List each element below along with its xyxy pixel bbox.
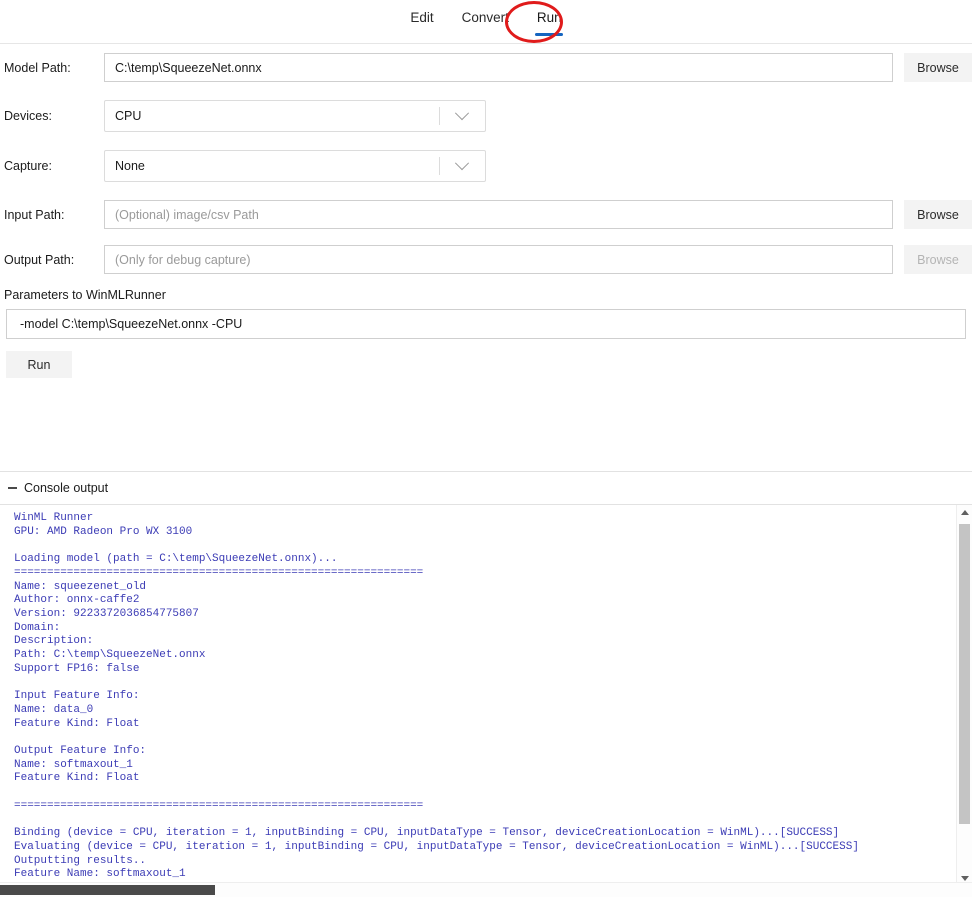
input-path-browse-button[interactable]: Browse bbox=[904, 200, 972, 229]
parameters-input[interactable]: -model C:\temp\SqueezeNet.onnx -CPU bbox=[6, 309, 966, 339]
triangle-down-icon bbox=[960, 876, 969, 881]
combo-separator bbox=[439, 157, 440, 175]
model-path-label: Model Path: bbox=[4, 60, 71, 75]
tab-convert[interactable]: Convert bbox=[448, 9, 523, 27]
run-button[interactable]: Run bbox=[6, 351, 72, 378]
capture-value: None bbox=[115, 159, 145, 173]
tab-run-label: Run bbox=[536, 10, 562, 25]
output-path-placeholder: (Only for debug capture) bbox=[115, 252, 251, 267]
tab-edit[interactable]: Edit bbox=[396, 9, 447, 27]
input-path-row: Input Path: (Optional) image/csv Path Br… bbox=[0, 200, 972, 229]
console-output-text: WinML Runner GPU: AMD Radeon Pro WX 3100… bbox=[14, 512, 859, 894]
capture-select[interactable]: None bbox=[104, 150, 486, 182]
input-path-placeholder: (Optional) image/csv Path bbox=[115, 207, 259, 222]
chevron-down-icon bbox=[454, 156, 470, 171]
run-form: Model Path: C:\temp\SqueezeNet.onnx Brow… bbox=[0, 53, 972, 378]
console-horizontal-scrollbar[interactable] bbox=[0, 882, 972, 897]
capture-dropdown-arrow[interactable] bbox=[439, 151, 485, 181]
vertical-scroll-thumb[interactable] bbox=[959, 524, 970, 824]
model-path-browse-button[interactable]: Browse bbox=[904, 53, 972, 82]
devices-label: Devices: bbox=[4, 109, 52, 123]
devices-dropdown-arrow[interactable] bbox=[439, 101, 485, 131]
tab-run[interactable]: Run bbox=[523, 9, 576, 36]
parameters-value: -model C:\temp\SqueezeNet.onnx -CPU bbox=[20, 317, 243, 331]
parameters-label: Parameters to WinMLRunner bbox=[4, 288, 166, 302]
model-path-value: C:\temp\SqueezeNet.onnx bbox=[115, 60, 262, 75]
scroll-up-button[interactable] bbox=[957, 505, 972, 520]
parameters-section: Parameters to WinMLRunner -model C:\temp… bbox=[0, 288, 972, 339]
input-path-input[interactable]: (Optional) image/csv Path bbox=[104, 200, 893, 229]
capture-row: Capture: None bbox=[0, 150, 972, 182]
console-output-area[interactable]: WinML Runner GPU: AMD Radeon Pro WX 3100… bbox=[0, 505, 972, 897]
active-tab-indicator bbox=[535, 33, 564, 36]
input-path-label: Input Path: bbox=[4, 207, 65, 222]
console-output-header[interactable]: Console output bbox=[0, 472, 972, 504]
chevron-down-icon bbox=[454, 106, 470, 121]
output-path-row: Output Path: (Only for debug capture) Br… bbox=[0, 245, 972, 274]
output-path-browse-button: Browse bbox=[904, 245, 972, 274]
tab-bar: Edit Convert Run bbox=[0, 0, 972, 44]
output-path-input[interactable]: (Only for debug capture) bbox=[104, 245, 893, 274]
devices-row: Devices: CPU bbox=[0, 100, 972, 132]
console-vertical-scrollbar[interactable] bbox=[956, 505, 972, 886]
collapse-minus-icon bbox=[8, 487, 17, 489]
combo-separator bbox=[439, 107, 440, 125]
model-path-row: Model Path: C:\temp\SqueezeNet.onnx Brow… bbox=[0, 53, 972, 82]
devices-select[interactable]: CPU bbox=[104, 100, 486, 132]
triangle-up-icon bbox=[960, 510, 969, 515]
output-path-label: Output Path: bbox=[4, 252, 75, 267]
model-path-input[interactable]: C:\temp\SqueezeNet.onnx bbox=[104, 53, 893, 82]
console-output-title: Console output bbox=[24, 481, 109, 495]
capture-label: Capture: bbox=[4, 159, 52, 173]
horizontal-scroll-thumb[interactable] bbox=[0, 885, 215, 895]
devices-value: CPU bbox=[115, 109, 142, 123]
tab-edit-label: Edit bbox=[410, 10, 434, 25]
tab-convert-label: Convert bbox=[461, 10, 509, 25]
console-section: Console output WinML Runner GPU: AMD Rad… bbox=[0, 471, 972, 897]
